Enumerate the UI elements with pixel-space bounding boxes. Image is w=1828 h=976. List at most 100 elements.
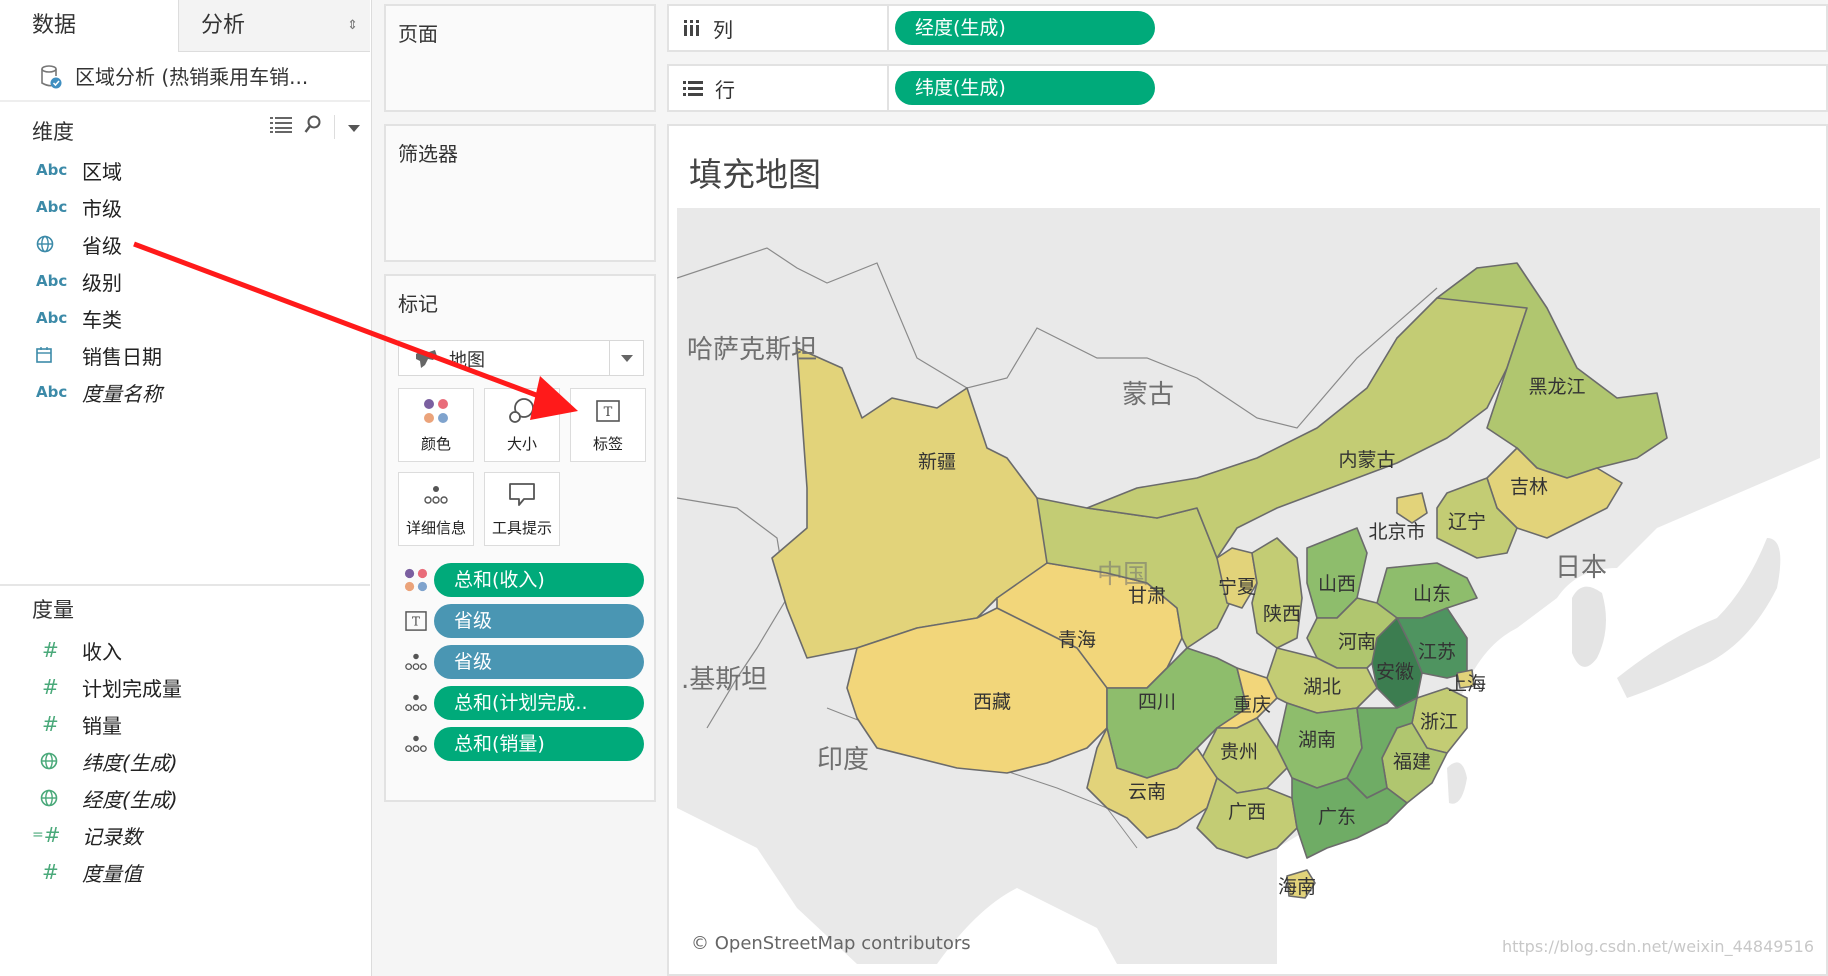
color-button[interactable]: 颜色: [398, 388, 474, 462]
dimension-field[interactable]: Abc 度量名称: [0, 374, 370, 410]
detail-icon: [399, 473, 473, 517]
color-encoding-icon[interactable]: [398, 568, 434, 592]
dimension-menu-caret-icon[interactable]: [347, 118, 361, 137]
detail-button[interactable]: 详细信息: [398, 472, 474, 546]
mark-pill[interactable]: 总和(计划完成..: [434, 686, 644, 720]
dimension-field-label: 车类: [82, 307, 122, 332]
watermark-text: https://blog.csdn.net/weixin_44849516: [1501, 937, 1814, 956]
filters-card-title: 筛选器: [398, 142, 458, 166]
datasource-item[interactable]: 区域分析 (热销乘用车销...: [0, 52, 370, 102]
measure-field[interactable]: 经度(生成): [0, 780, 370, 816]
measure-field-label: 计划完成量: [82, 676, 182, 701]
dimension-field-label: 区域: [82, 159, 122, 184]
province-label: 吉林: [1510, 476, 1548, 498]
mark-pill-row: 总和(收入): [398, 562, 644, 598]
rows-pill-latitude[interactable]: 纬度(生成): [895, 71, 1155, 105]
search-icon[interactable]: [304, 115, 322, 139]
tab-data[interactable]: 数据: [0, 0, 178, 52]
string-icon: Abc: [36, 272, 68, 290]
measure-field-label: 收入: [82, 639, 122, 664]
view-title: 填充地图: [689, 155, 821, 194]
detail-encoding-icon[interactable]: [398, 652, 434, 672]
country-label: .基斯坦: [681, 665, 767, 695]
province-label: 西藏: [973, 691, 1011, 713]
color-button-label: 颜色: [420, 435, 451, 453]
mark-pill[interactable]: 总和(收入): [434, 563, 644, 597]
measure-field[interactable]: # 销量: [0, 706, 370, 742]
detail-encoding-icon[interactable]: [398, 693, 434, 713]
province-label: 湖北: [1303, 676, 1341, 698]
detail-button-label: 详细信息: [405, 519, 466, 537]
measure-field[interactable]: # 度量值: [0, 854, 370, 890]
string-icon: Abc: [36, 198, 68, 216]
dimension-field-label: 销售日期: [82, 344, 162, 369]
province-label: 河南: [1338, 631, 1376, 653]
province-label: 辽宁: [1448, 511, 1486, 533]
tooltip-button[interactable]: 工具提示: [484, 472, 560, 546]
size-button[interactable]: 大小: [484, 388, 560, 462]
dimension-tools: [270, 112, 361, 142]
province-region[interactable]: [1251, 537, 1303, 649]
color-icon: [399, 389, 473, 433]
dimension-field[interactable]: Abc 级别: [0, 263, 370, 299]
map-canvas[interactable]: 新疆西藏青海甘肃内蒙古黑龙江吉林辽宁北京市宁夏陕西山西 山东河南 江苏安徽上海四川重…: [677, 208, 1820, 964]
mark-type-label: 地图: [449, 350, 485, 371]
sort-arrows-icon[interactable]: ⇕: [347, 0, 358, 52]
number-icon: #: [42, 675, 59, 699]
label-button[interactable]: T 标签: [570, 388, 646, 462]
globe-icon: [0, 235, 60, 253]
number-icon: #: [42, 638, 59, 662]
data-pane: 数据 分析 ⇕ 区域分析 (热销乘用车销... 维度 Abc 区域 Abc 市级 省级 A…: [0, 0, 372, 976]
label-icon: T: [571, 389, 645, 433]
dimension-field[interactable]: 省级: [0, 226, 370, 262]
dimension-field[interactable]: Abc 区域: [0, 152, 370, 188]
mark-pill[interactable]: 省级: [434, 604, 644, 638]
measure-field[interactable]: # 收入: [0, 632, 370, 668]
dimension-field[interactable]: 销售日期: [0, 337, 370, 373]
dimension-field[interactable]: Abc 车类: [0, 300, 370, 336]
list-view-icon[interactable]: [270, 116, 292, 138]
mark-pill[interactable]: 总和(销量): [434, 727, 644, 761]
province-region[interactable]: [1396, 492, 1428, 524]
country-label: 哈萨克斯坦: [687, 335, 817, 365]
measure-field[interactable]: # 计划完成量: [0, 669, 370, 705]
tab-data-label: 数据: [32, 13, 77, 38]
size-button-label: 大小: [506, 435, 537, 453]
rows-shelf-label: 行: [669, 66, 889, 110]
pages-card[interactable]: 页面: [384, 4, 656, 112]
detail-encoding-icon[interactable]: [398, 734, 434, 754]
marks-card-title: 标记: [398, 292, 438, 316]
mark-pill-row: 总和(销量): [398, 726, 644, 762]
filled-map[interactable]: 新疆 西藏 青海 甘肃 内蒙古 黑龙江 吉林 辽宁 北京市 宁夏 陕西 山西 山东 河南 江苏 安徽 上海 四川重…: [677, 208, 1820, 964]
province-label: 四川: [1138, 691, 1176, 713]
calendar-icon: [0, 347, 60, 363]
label-encoding-icon[interactable]: T: [398, 611, 434, 631]
filters-card[interactable]: 筛选器: [384, 124, 656, 262]
dimensions-title: 维度: [32, 120, 74, 144]
mark-pill-row: T 省级: [398, 603, 644, 639]
dimension-field-label: 市级: [82, 196, 122, 221]
map-attribution[interactable]: © OpenStreetMap contributors: [691, 933, 971, 954]
string-icon: Abc: [36, 161, 68, 179]
chevron-down-icon[interactable]: [609, 341, 643, 375]
dimension-field[interactable]: Abc 市级: [0, 189, 370, 225]
columns-shelf[interactable]: 列 经度(生成): [667, 4, 1828, 52]
tab-analysis[interactable]: 分析 ⇕: [178, 0, 370, 52]
rows-shelf[interactable]: 行 纬度(生成): [667, 64, 1828, 112]
tooltip-button-label: 工具提示: [491, 519, 552, 537]
measure-field[interactable]: 纬度(生成): [0, 743, 370, 779]
measure-field-label: 销量: [82, 713, 122, 738]
measure-field-label: 纬度(生成): [82, 750, 178, 775]
mark-pill[interactable]: 省级: [434, 645, 644, 679]
province-label: 贵州: [1220, 741, 1258, 763]
columns-pill-longitude[interactable]: 经度(生成): [895, 11, 1155, 45]
province-label: 广东: [1318, 806, 1356, 828]
province-label: 新疆: [918, 451, 956, 473]
province-label: 江苏: [1418, 641, 1456, 663]
mark-type-dropdown[interactable]: 地图: [398, 340, 644, 376]
marks-card: 标记 地图 颜色 大小 T 标签 详细信息 工具提示 总和(收入) T 省级 省…: [384, 274, 656, 802]
province-label: 湖南: [1298, 729, 1336, 751]
rows-icon: [683, 81, 703, 96]
measure-field[interactable]: = # 记录数: [0, 817, 370, 853]
province-label: 浙江: [1420, 711, 1458, 733]
